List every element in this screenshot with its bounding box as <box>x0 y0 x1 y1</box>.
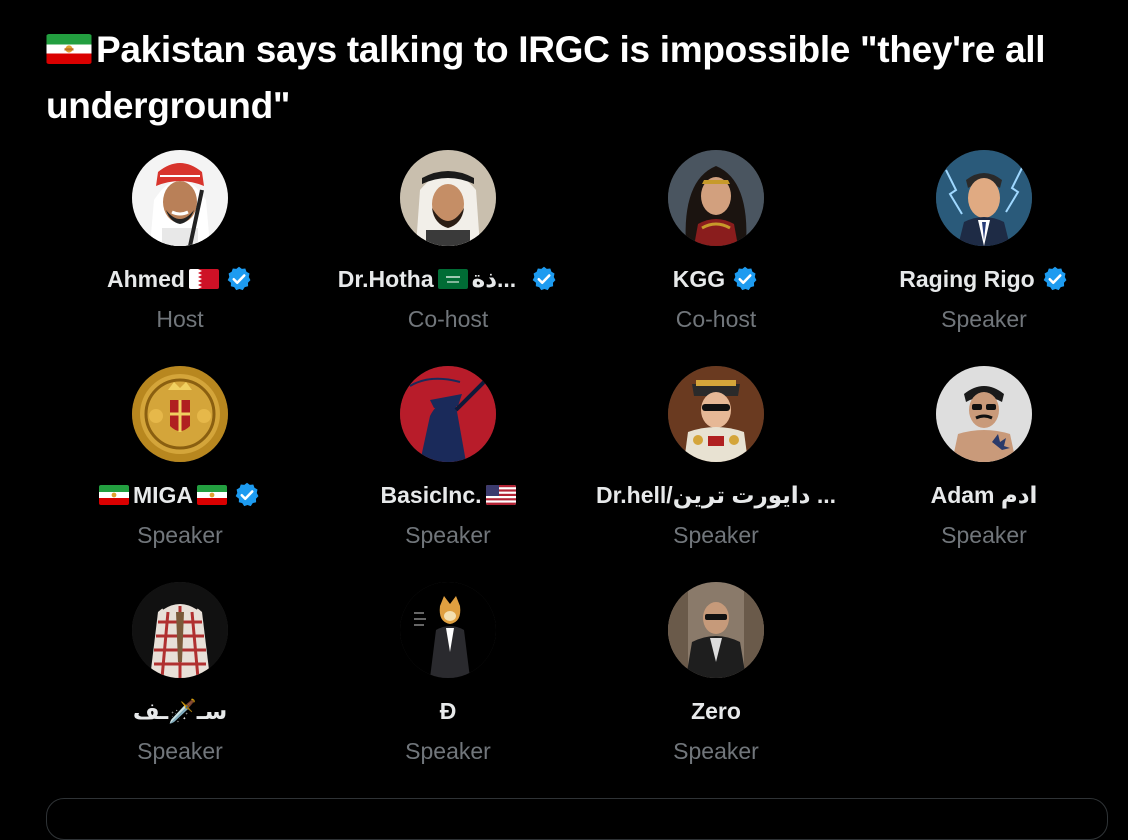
participant-name: Dr.Hotha <box>337 265 434 292</box>
participant-name: MIGA <box>132 481 194 508</box>
name-row: KGG <box>673 264 759 294</box>
space-title: Pakistan says talking to IRGC is impossi… <box>46 22 1122 134</box>
participant-role: Host <box>156 306 204 332</box>
participant-dr-hell[interactable]: Dr.hell/دایورت ترین ... Speaker <box>582 366 850 582</box>
participant-ahmed[interactable]: Ahmed Host <box>46 150 314 366</box>
us-flag-icon <box>485 485 516 505</box>
avatar[interactable] <box>400 582 496 678</box>
participant-name: Adam ادم <box>930 481 1038 508</box>
name-row: Zero <box>691 696 741 726</box>
iran-lion-sun-flag-icon <box>197 485 228 505</box>
participant-basicinc[interactable]: BasicInc. Speaker <box>314 366 582 582</box>
participant-raging-rigo[interactable]: Raging Rigo Speaker <box>850 150 1118 366</box>
participant-role: Speaker <box>137 522 223 548</box>
participant-name-extra: ذة... <box>471 265 517 292</box>
participant-role: Speaker <box>941 522 1027 548</box>
participant-role: Speaker <box>405 738 491 764</box>
participant-adam[interactable]: Adam ادم Speaker <box>850 366 1118 582</box>
name-row: Adam ادم <box>931 480 1038 510</box>
avatar[interactable] <box>668 582 764 678</box>
participant-d[interactable]: Đ Speaker <box>314 582 582 798</box>
iran-lion-sun-flag-icon <box>98 485 129 505</box>
verified-badge-icon <box>1041 265 1069 293</box>
bottom-bar <box>46 798 1108 840</box>
name-row: Dr.Hotha ذة... <box>338 264 558 294</box>
verified-badge-icon <box>731 265 759 293</box>
participants-grid: Ahmed Host Dr.Hotha ذة... Co-host KGG Co… <box>46 150 1118 798</box>
name-row: سـ🗡️ـف <box>133 696 227 726</box>
avatar[interactable] <box>668 366 764 462</box>
name-row: MIGA <box>98 480 261 510</box>
verified-badge-icon <box>233 481 261 509</box>
participant-name: KGG <box>672 265 726 292</box>
avatar[interactable] <box>936 366 1032 462</box>
saudi-flag-icon <box>437 269 468 289</box>
name-row: BasicInc. <box>381 480 516 510</box>
avatar[interactable] <box>400 150 496 246</box>
participant-miga[interactable]: MIGA Speaker <box>46 366 314 582</box>
participant-kgg[interactable]: KGG Co-host <box>582 150 850 366</box>
participants-row: Ahmed Host Dr.Hotha ذة... Co-host KGG Co… <box>46 150 1118 366</box>
participant-role: Co-host <box>675 306 757 332</box>
participant-name: Dr.hell/دایورت ترین ... <box>595 481 837 508</box>
participant-role: Co-host <box>407 306 489 332</box>
participant-name: Zero <box>691 697 741 724</box>
avatar[interactable] <box>132 150 228 246</box>
avatar[interactable] <box>132 366 228 462</box>
avatar[interactable] <box>936 150 1032 246</box>
participants-row: سـ🗡️ـف Speaker Đ Speaker Zero Speaker <box>46 582 1118 798</box>
avatar[interactable] <box>400 366 496 462</box>
space-title-text: Pakistan says talking to IRGC is impossi… <box>46 29 1046 126</box>
participant-role: Speaker <box>405 522 491 548</box>
participant-zero[interactable]: Zero Speaker <box>582 582 850 798</box>
participant-saif[interactable]: سـ🗡️ـف Speaker <box>46 582 314 798</box>
name-row: Đ <box>440 696 457 726</box>
participant-role: Speaker <box>673 522 759 548</box>
name-row: Ahmed <box>107 264 253 294</box>
participant-name: Raging Rigo <box>899 265 1035 292</box>
participant-role: Speaker <box>137 738 223 764</box>
participant-name: Đ <box>439 697 457 724</box>
participant-role: Speaker <box>941 306 1027 332</box>
verified-badge-icon <box>225 265 253 293</box>
name-row: Raging Rigo <box>899 264 1068 294</box>
participant-name: سـ🗡️ـف <box>132 697 228 724</box>
participant-name: BasicInc. <box>380 481 482 508</box>
avatar[interactable] <box>668 150 764 246</box>
bahrain-flag-icon <box>188 269 219 289</box>
participant-name: Ahmed <box>107 265 185 292</box>
verified-badge-icon <box>530 265 558 293</box>
participants-row: MIGA Speaker BasicInc. Speaker Dr.hell/د… <box>46 366 1118 582</box>
iran-lion-sun-flag-icon <box>46 34 92 64</box>
participant-role: Speaker <box>673 738 759 764</box>
name-row: Dr.hell/دایورت ترین ... <box>596 480 836 510</box>
avatar[interactable] <box>132 582 228 678</box>
participant-dr-hotha[interactable]: Dr.Hotha ذة... Co-host <box>314 150 582 366</box>
